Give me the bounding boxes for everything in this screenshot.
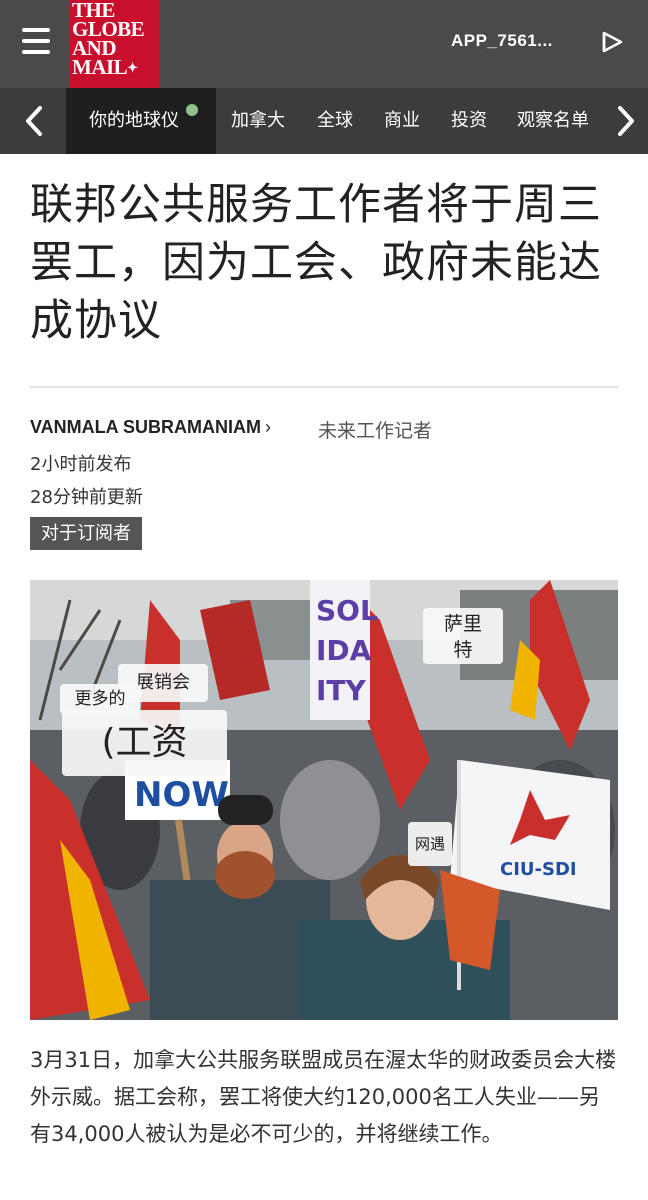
logo-line: MAIL✦ [72,55,138,79]
svg-text:IDA: IDA [316,634,372,667]
author-name: VANMALA SUBRAMANIAM [30,417,261,437]
nav-item-world[interactable]: 全球 [317,88,353,154]
chevron-left-icon [26,106,42,136]
top-header: THE GLOBE AND MAIL✦ APP_7561... [0,0,648,88]
updated-time: 28分钟前更新 [30,487,143,508]
overlay-label-side: 网遇 [408,822,452,866]
nav-prev-button[interactable] [0,88,66,154]
author-role: 未来工作记者 [318,420,433,442]
nav-item-watchlist[interactable]: 观察名单 [517,88,589,154]
svg-text:SOL: SOL [316,594,378,627]
published-time: 2小时前发布 [30,454,132,475]
svg-text:CIU-SDI: CIU-SDI [500,859,577,880]
maple-leaf-icon: ✦ [127,60,138,75]
notification-dot [186,104,198,116]
overlay-label-sarit: 萨里 特 [423,608,503,664]
hamburger-menu-icon[interactable] [22,28,50,54]
nav-item-label: 你的地球仪 [89,110,179,131]
author-link[interactable]: VANMALA SUBRAMANIAM › [30,417,271,438]
overlay-label-wages: (工资 [62,710,227,776]
section-nav: 你的地球仪 加拿大 全球 商业 投资 观察名单 [0,88,648,154]
nav-item-business[interactable]: 商业 [384,88,420,154]
app-id-label: APP_7561... [451,31,553,50]
svg-text:NOW: NOW [134,775,229,815]
divider [30,386,618,388]
article-headline: 联邦公共服务工作者将于周三罢工，因为工会、政府未能达成协议 [30,180,602,346]
globe-and-mail-logo[interactable]: THE GLOBE AND MAIL✦ [69,0,159,88]
photo-caption: 3月31日，加拿大公共服务联盟成员在渥太华的财政委员会大楼外示威。据工会称，罢工… [30,1048,617,1146]
play-icon[interactable] [600,30,624,54]
chevron-right-icon: › [264,417,271,437]
nav-item-your-globe[interactable]: 你的地球仪 [66,88,216,154]
protest-photo-illustration: SOL IDA ITY NOW CIU-SDI [30,580,618,1020]
article-photo[interactable]: SOL IDA ITY NOW CIU-SDI 展销会 更多的 (工资 萨里 特… [30,580,618,1020]
svg-text:ITY: ITY [316,674,367,707]
nav-next-button[interactable] [600,88,648,154]
subscriber-badge: 对于订阅者 [30,517,142,550]
nav-item-canada[interactable]: 加拿大 [231,88,285,154]
chevron-right-icon [618,106,634,136]
nav-item-investing[interactable]: 投资 [451,88,487,154]
